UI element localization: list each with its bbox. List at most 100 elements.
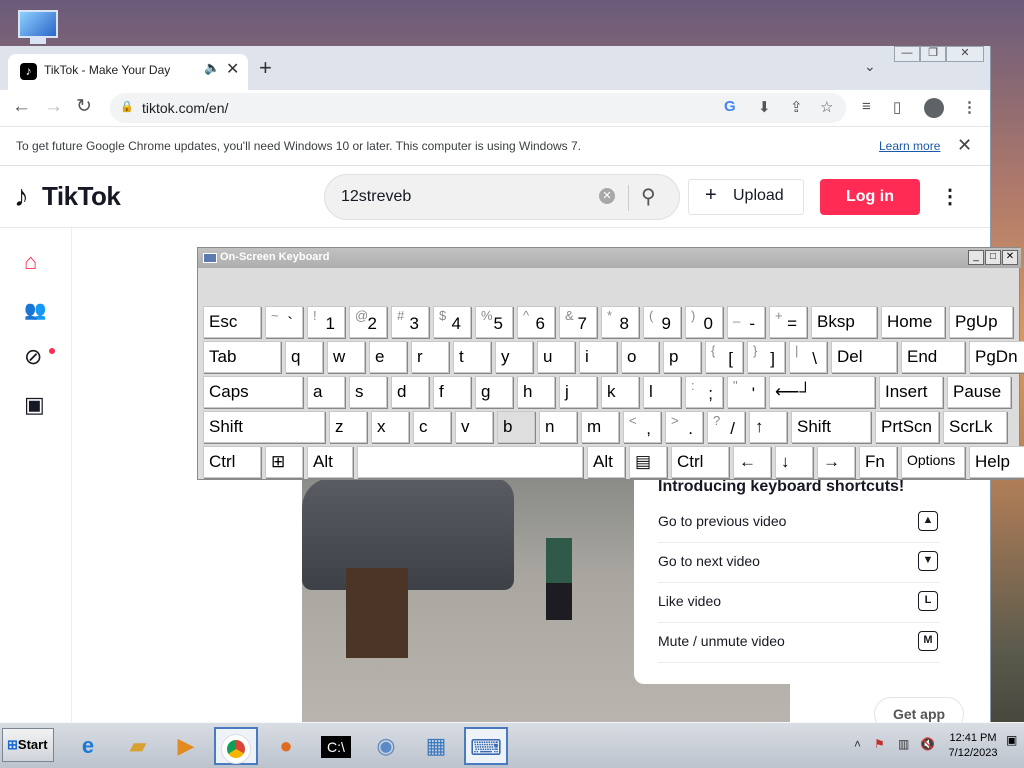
osk-key[interactable]: ? /: [707, 411, 745, 443]
firefox-icon[interactable]: ●: [264, 727, 308, 765]
address-bar[interactable]: 🔒 tiktok.com/en/ G ⬇ ⇪ ☆: [110, 93, 846, 123]
osk-key[interactable]: PgUp: [949, 306, 1013, 338]
osk-taskbar-icon[interactable]: ⌨: [464, 727, 508, 765]
start-button[interactable]: ⊞Start: [2, 728, 54, 762]
osk-key[interactable]: Shift: [791, 411, 871, 443]
osk-key[interactable]: ↑: [749, 411, 787, 443]
back-icon[interactable]: ←: [12, 95, 31, 119]
osk-key[interactable]: | \: [789, 341, 827, 373]
osk-key[interactable]: Tab: [203, 341, 281, 373]
osk-key[interactable]: }]: [747, 341, 785, 373]
google-lens-icon[interactable]: G: [724, 98, 736, 115]
more-options-icon[interactable]: ⋮: [940, 179, 960, 215]
osk-key[interactable]: r: [411, 341, 449, 373]
computer-desktop-icon[interactable]: [16, 10, 62, 46]
osk-key[interactable]: h: [517, 376, 555, 408]
chrome-taskbar-icon[interactable]: [214, 727, 258, 765]
osk-key[interactable]: Alt: [307, 446, 353, 478]
media-control-icon[interactable]: ≡: [862, 98, 871, 115]
tab-search-chevron-icon[interactable]: ⌄: [864, 58, 876, 75]
osk-key[interactable]: @2: [349, 306, 387, 338]
osk-key[interactable]: z: [329, 411, 367, 443]
osk-key[interactable]: Fn: [859, 446, 897, 478]
osk-key[interactable]: o: [621, 341, 659, 373]
media-player-icon[interactable]: ▶: [164, 727, 208, 765]
upload-button[interactable]: + Upload: [688, 179, 804, 215]
osk-key[interactable]: ScrLk: [943, 411, 1007, 443]
osk-key[interactable]: {[: [705, 341, 743, 373]
osk-key[interactable]: & 7: [559, 306, 597, 338]
tab-tiktok[interactable]: ♪ TikTok - Make Your Day 🔈 ✕: [8, 54, 248, 90]
profile-avatar[interactable]: [924, 98, 944, 118]
share-icon[interactable]: ⇪: [790, 98, 803, 116]
osk-minimize-button[interactable]: _: [968, 250, 984, 265]
side-panel-icon[interactable]: ▯: [893, 98, 901, 116]
osk-key[interactable]: k: [601, 376, 639, 408]
osk-key[interactable]: →: [817, 446, 855, 478]
osk-key[interactable]: + =: [769, 306, 807, 338]
osk-key[interactable]: ⟵┘: [769, 376, 875, 408]
osk-key[interactable]: PrtScn: [875, 411, 939, 443]
command-prompt-icon[interactable]: C:\: [314, 727, 358, 765]
osk-maximize-button[interactable]: □: [985, 250, 1001, 265]
network-manager-icon[interactable]: ▦: [414, 727, 458, 765]
osk-key[interactable]: Bksp: [811, 306, 877, 338]
osk-key[interactable]: v: [455, 411, 493, 443]
osk-key[interactable]: x: [371, 411, 409, 443]
osk-key[interactable]: Home: [881, 306, 945, 338]
osk-key[interactable]: t: [453, 341, 491, 373]
url-text[interactable]: tiktok.com/en/: [142, 100, 228, 116]
osk-key[interactable]: q: [285, 341, 323, 373]
osk-key[interactable]: a: [307, 376, 345, 408]
new-tab-button[interactable]: +: [259, 56, 272, 80]
osk-key[interactable]: >.: [665, 411, 703, 443]
osk-key[interactable]: _ -: [727, 306, 765, 338]
osk-key[interactable]: ↓: [775, 446, 813, 478]
osk-key[interactable]: (9: [643, 306, 681, 338]
internet-explorer-icon[interactable]: e: [66, 727, 110, 765]
osk-key[interactable]: ←: [733, 446, 771, 478]
get-app-button[interactable]: Get app: [874, 697, 964, 722]
osk-key[interactable]: Ctrl: [203, 446, 261, 478]
osk-key[interactable]: c: [413, 411, 451, 443]
osk-key[interactable]: Caps: [203, 376, 303, 408]
clear-search-icon[interactable]: ✕: [599, 188, 615, 204]
osk-close-button[interactable]: ✕: [1002, 250, 1018, 265]
osk-key[interactable]: Alt: [587, 446, 625, 478]
action-center-icon[interactable]: ⚑: [874, 737, 885, 751]
clock[interactable]: 12:41 PM 7/12/2023: [948, 731, 998, 761]
osk-key[interactable]: PgDn: [969, 341, 1024, 373]
osk-key[interactable]: i: [579, 341, 617, 373]
osk-key[interactable]: Esc: [203, 306, 261, 338]
osk-key[interactable]: d: [391, 376, 429, 408]
infobar-close-icon[interactable]: ✕: [957, 135, 972, 156]
home-icon[interactable]: ⌂: [24, 249, 37, 275]
osk-key[interactable]: % 5: [475, 306, 513, 338]
osk-key[interactable]: End: [901, 341, 965, 373]
bookmark-star-icon[interactable]: ☆: [820, 98, 833, 116]
osk-key[interactable]: y: [495, 341, 533, 373]
minimize-button[interactable]: —: [894, 46, 920, 62]
speaker-icon[interactable]: 🔈: [204, 60, 220, 76]
osk-key[interactable]: f: [433, 376, 471, 408]
tray-expand-icon[interactable]: ˄: [854, 737, 861, 751]
learn-more-link[interactable]: Learn more: [879, 139, 940, 153]
chrome-menu-icon[interactable]: ⋮: [962, 98, 977, 116]
osk-key[interactable]: [357, 446, 583, 478]
osk-key[interactable]: ~ `: [265, 306, 303, 338]
explore-compass-icon[interactable]: ⊘: [24, 344, 42, 370]
forward-icon[interactable]: →: [44, 95, 63, 119]
network-icon[interactable]: ▥: [898, 737, 909, 751]
login-button[interactable]: Log in: [820, 179, 920, 215]
osk-key[interactable]: ▤: [629, 446, 667, 478]
maximize-button[interactable]: ❐: [920, 46, 946, 62]
osk-key[interactable]: :;: [685, 376, 723, 408]
osk-key[interactable]: ! 1: [307, 306, 345, 338]
search-input[interactable]: 12streveb: [341, 188, 411, 206]
osk-key[interactable]: b: [497, 411, 535, 443]
close-window-button[interactable]: ✕: [946, 46, 984, 62]
search-box[interactable]: 12streveb ✕ ⚲: [324, 174, 680, 220]
reload-icon[interactable]: ↻: [76, 95, 92, 119]
osk-key[interactable]: n: [539, 411, 577, 443]
tab-close-icon[interactable]: ✕: [226, 59, 239, 79]
